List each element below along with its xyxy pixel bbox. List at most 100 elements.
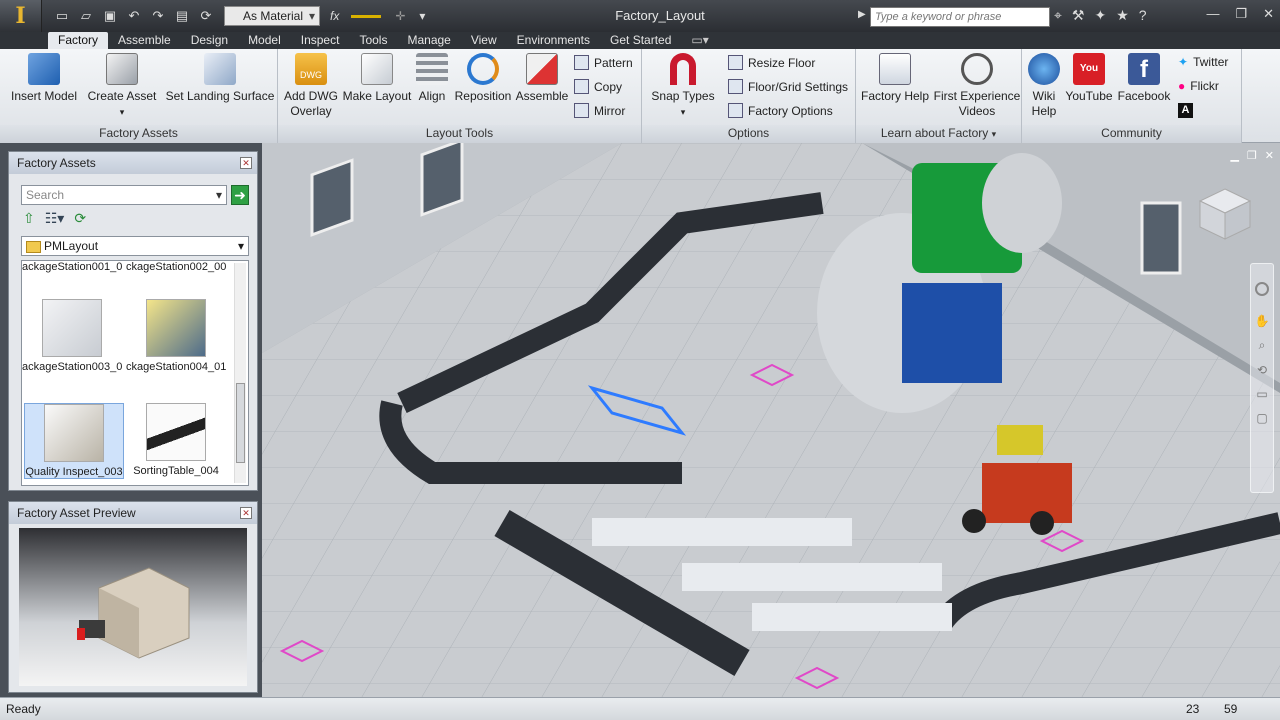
help-label: Help bbox=[1031, 104, 1057, 118]
tab-model[interactable]: Model bbox=[238, 32, 291, 49]
factory-options-button[interactable]: Factory Options bbox=[728, 103, 833, 118]
panel-header: Factory Assets ✕ bbox=[9, 152, 257, 174]
make-layout-icon bbox=[361, 53, 393, 85]
insert-model-button[interactable]: Insert Model bbox=[6, 53, 82, 104]
search-go-button[interactable]: ➜ bbox=[231, 185, 249, 205]
tab-design[interactable]: Design bbox=[181, 32, 238, 49]
facebook-button[interactable]: f Facebook bbox=[1116, 53, 1172, 104]
close-icon[interactable]: ✕ bbox=[1263, 6, 1274, 22]
flickr-button[interactable]: ● Flickr bbox=[1178, 79, 1219, 93]
first-experience-videos-button[interactable]: First Experience Videos bbox=[932, 53, 1022, 119]
pattern-button[interactable]: Pattern bbox=[574, 55, 633, 70]
list-item[interactable]: ackageStation003_00 bbox=[22, 299, 122, 373]
expand-arrow-icon[interactable]: ▶ bbox=[858, 9, 866, 20]
folder-dropdown[interactable]: PMLayout bbox=[21, 236, 249, 256]
viewcube[interactable] bbox=[1198, 187, 1252, 241]
tab-tools[interactable]: Tools bbox=[349, 32, 397, 49]
close-icon[interactable]: ✕ bbox=[240, 507, 252, 519]
view-options-icon[interactable]: ☷▾ bbox=[45, 210, 65, 227]
material-dropdown[interactable]: As Material bbox=[224, 6, 320, 26]
make-layout-button[interactable]: Make Layout bbox=[340, 53, 414, 104]
panel-title: Layout Tools bbox=[278, 125, 641, 143]
maximize-icon[interactable]: ❐ bbox=[1235, 6, 1247, 22]
tab-assemble[interactable]: Assemble bbox=[108, 32, 181, 49]
align-icon bbox=[416, 53, 448, 85]
steering-wheel-icon[interactable] bbox=[1255, 282, 1269, 296]
look-at-icon[interactable]: ▭ bbox=[1251, 387, 1273, 401]
scrollbar-thumb[interactable] bbox=[236, 383, 245, 463]
viewport-close-icon[interactable]: ✕ bbox=[1265, 149, 1274, 162]
factory-help-label: Factory Help bbox=[860, 89, 930, 103]
favorites-icon[interactable]: ★ bbox=[1116, 7, 1129, 24]
align-button[interactable]: Align bbox=[414, 53, 450, 104]
set-landing-surface-button[interactable]: Set Landing Surface bbox=[164, 53, 276, 104]
fx-icon[interactable]: fx bbox=[330, 9, 339, 23]
tab-factory[interactable]: Factory bbox=[48, 32, 109, 49]
plus-icon[interactable]: ✛ bbox=[395, 9, 405, 23]
list-item[interactable]: ackageStation001_00 bbox=[22, 261, 122, 273]
list-item[interactable]: ckageStation002_00 bbox=[126, 261, 226, 273]
pan-icon[interactable]: ✋ bbox=[1251, 314, 1273, 328]
close-icon[interactable]: ✕ bbox=[240, 157, 252, 169]
tab-inspect[interactable]: Inspect bbox=[291, 32, 350, 49]
copy-button[interactable]: Copy bbox=[574, 79, 622, 94]
grid-icon bbox=[728, 79, 743, 94]
communication-icon[interactable]: ✦ bbox=[1094, 7, 1106, 24]
subscription-icon[interactable]: ⚒ bbox=[1072, 7, 1085, 24]
line-weight-icon[interactable] bbox=[351, 14, 382, 18]
redo-icon[interactable]: ↷ bbox=[150, 8, 166, 24]
panel-header: Factory Asset Preview ✕ bbox=[9, 502, 257, 524]
snap-types-button[interactable]: Snap Types ▾ bbox=[648, 53, 718, 120]
zoom-icon[interactable]: ⌕ bbox=[1251, 338, 1273, 353]
panel-title: Community bbox=[1022, 125, 1241, 143]
add-dwg-overlay-button[interactable]: DWG Add DWG Overlay bbox=[282, 53, 340, 119]
scrollbar[interactable] bbox=[234, 263, 246, 483]
undo-icon[interactable]: ↶ bbox=[126, 8, 142, 24]
ribbon-options-icon[interactable]: ▭▾ bbox=[681, 32, 718, 49]
resize-floor-button[interactable]: Resize Floor bbox=[728, 55, 815, 70]
create-asset-icon bbox=[106, 53, 138, 85]
customize-arrow-icon[interactable]: ▾ bbox=[419, 9, 425, 23]
update-icon[interactable]: ⟳ bbox=[198, 8, 214, 24]
mirror-button[interactable]: Mirror bbox=[574, 103, 625, 118]
application-menu-button[interactable]: I bbox=[0, 0, 42, 32]
youtube-button[interactable]: You YouTube bbox=[1064, 53, 1114, 104]
save-icon[interactable]: ▣ bbox=[102, 8, 118, 24]
wiki-help-button[interactable]: Wiki Help bbox=[1024, 53, 1064, 119]
ribbon: Insert Model Create Asset ▾ Set Landing S… bbox=[0, 49, 1280, 143]
floor-grid-settings-button[interactable]: Floor/Grid Settings bbox=[728, 79, 848, 94]
tab-get-started[interactable]: Get Started bbox=[600, 32, 681, 49]
panel-title[interactable]: Learn about Factory ▾ bbox=[856, 125, 1021, 143]
refresh-icon[interactable]: ⟳ bbox=[74, 210, 86, 227]
factory-help-button[interactable]: Factory Help bbox=[858, 53, 932, 104]
orbit-icon[interactable]: ⟲ bbox=[1251, 363, 1273, 377]
quick-access-toolbar: ▭ ▱ ▣ ↶ ↷ ▤ ⟳ bbox=[54, 8, 214, 24]
tab-view[interactable]: View bbox=[461, 32, 507, 49]
assemble-button[interactable]: Assemble bbox=[514, 53, 570, 104]
reposition-button[interactable]: Reposition bbox=[452, 53, 514, 104]
print-icon[interactable]: ▤ bbox=[174, 8, 190, 24]
landing-surface-icon bbox=[204, 53, 236, 85]
tab-manage[interactable]: Manage bbox=[397, 32, 460, 49]
3d-viewport[interactable]: ▁ ❐ ✕ ✋ ⌕ ⟲ ▭ ▢ bbox=[262, 143, 1280, 697]
list-item[interactable]: Quality Inspect_003 bbox=[24, 403, 124, 479]
help-icon[interactable]: ? bbox=[1139, 7, 1147, 24]
list-item[interactable]: SortingTable_004 bbox=[126, 403, 226, 477]
viewport-minimize-icon[interactable]: ▁ bbox=[1230, 149, 1238, 162]
factory-options-label: Factory Options bbox=[748, 103, 833, 118]
viewport-restore-icon[interactable]: ❐ bbox=[1247, 149, 1257, 162]
twitter-button[interactable]: ✦ Twitter bbox=[1178, 55, 1228, 69]
autodesk-button[interactable]: A bbox=[1178, 103, 1193, 118]
help-search-input[interactable]: Type a keyword or phrase bbox=[870, 7, 1050, 27]
list-item[interactable]: ckageStation004_01 bbox=[126, 299, 226, 373]
create-asset-button[interactable]: Create Asset ▾ bbox=[86, 53, 158, 120]
new-icon[interactable]: ▭ bbox=[54, 8, 70, 24]
asset-search-input[interactable]: Search bbox=[21, 185, 227, 205]
up-folder-icon[interactable]: ⇧ bbox=[23, 210, 35, 227]
minimize-icon[interactable]: — bbox=[1206, 6, 1219, 22]
open-icon[interactable]: ▱ bbox=[78, 8, 94, 24]
status-text: Ready bbox=[6, 702, 41, 716]
view-icon[interactable]: ▢ bbox=[1251, 411, 1273, 425]
tab-environments[interactable]: Environments bbox=[507, 32, 600, 49]
binoculars-icon[interactable]: ⌖ bbox=[1054, 7, 1062, 24]
